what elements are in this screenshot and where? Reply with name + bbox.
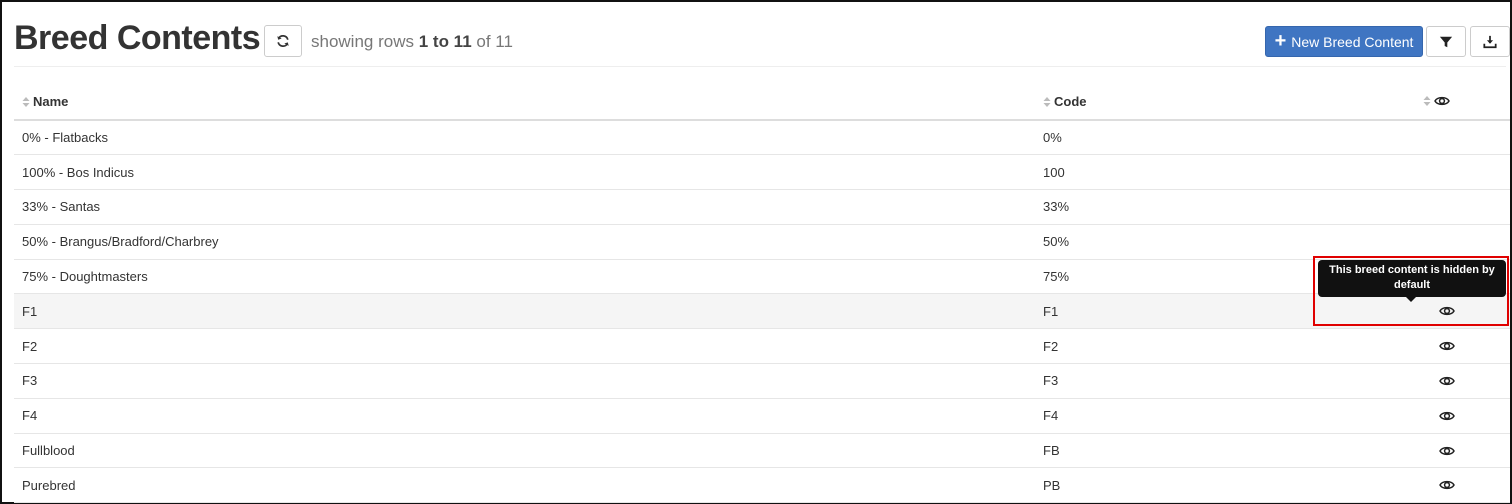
new-button-label: New Breed Content — [1291, 33, 1414, 50]
table-row[interactable]: 100% - Bos Indicus 100 — [14, 155, 1510, 190]
cell-code: 33% — [1043, 199, 1070, 215]
cell-name: F4 — [22, 408, 38, 424]
plus-icon: + — [1274, 29, 1287, 52]
cell-visibility — [1391, 468, 1510, 503]
table-row[interactable]: Purebred PB — [14, 468, 1510, 503]
cell-name: 100% - Bos Indicus — [22, 164, 135, 180]
cell-visibility — [1391, 120, 1510, 155]
table-row[interactable]: 0% - Flatbacks 0% — [14, 120, 1510, 155]
hidden-eye-icon[interactable] — [1438, 340, 1455, 352]
table-row[interactable]: 75% - Doughtmasters 75% — [14, 259, 1510, 294]
cell-code: F3 — [1043, 373, 1059, 389]
row-count-info: showing rows 1 to 11 of 11 — [311, 32, 513, 52]
sort-icon — [1423, 96, 1431, 106]
row-count-range: 1 to 11 — [418, 32, 472, 51]
cell-code: FB — [1043, 443, 1060, 459]
cell-name: 50% - Brangus/Bradford/Charbrey — [22, 234, 219, 250]
table-row[interactable]: F3 F3 — [14, 364, 1510, 399]
filter-icon — [1439, 36, 1453, 47]
column-header-visibility[interactable] — [1391, 86, 1510, 120]
hidden-eye-icon[interactable] — [1438, 445, 1455, 457]
download-icon — [1483, 35, 1497, 48]
refresh-button[interactable] — [264, 25, 302, 57]
column-label-code: Code — [1054, 94, 1087, 110]
page-frame: Breed Contents showing rows 1 to 11 of 1… — [0, 0, 1512, 504]
cell-name: 0% - Flatbacks — [22, 130, 108, 146]
cell-code: F4 — [1043, 408, 1059, 424]
column-header-name[interactable]: Name — [14, 86, 1035, 120]
row-count-suffix: of 11 — [476, 32, 513, 51]
header-divider — [14, 66, 1506, 67]
table-row[interactable]: Fullblood FB — [14, 433, 1510, 468]
cell-name: Fullblood — [22, 443, 75, 459]
cell-name: 75% - Doughtmasters — [22, 269, 148, 285]
hidden-eye-icon[interactable] — [1438, 410, 1455, 422]
cell-name: 33% - Santas — [22, 199, 101, 215]
row-count-prefix: showing rows — [311, 32, 414, 51]
cell-code: 0% — [1043, 130, 1062, 146]
new-breed-content-button[interactable]: + New Breed Content — [1265, 26, 1423, 57]
page-header: Breed Contents showing rows 1 to 11 of 1… — [14, 16, 1510, 66]
cell-visibility — [1391, 155, 1510, 190]
page-title: Breed Contents — [14, 19, 261, 57]
cell-code: 50% — [1043, 234, 1070, 250]
table-row[interactable]: F1 F1 — [14, 293, 1510, 329]
cell-visibility — [1391, 329, 1510, 364]
download-button[interactable] — [1470, 26, 1510, 57]
table-row[interactable]: 50% - Brangus/Bradford/Charbrey 50% — [14, 224, 1510, 260]
refresh-icon — [277, 34, 289, 48]
cell-name: F2 — [22, 338, 38, 354]
cell-name: F3 — [22, 373, 38, 389]
table-row[interactable]: 33% - Santas 33% — [14, 190, 1510, 225]
table-row[interactable]: F2 F2 — [14, 329, 1510, 364]
cell-code: 100 — [1043, 164, 1065, 180]
cell-visibility — [1391, 190, 1510, 225]
sort-icon — [22, 96, 30, 107]
column-header-code[interactable]: Code — [1035, 86, 1391, 120]
table-header-row: Name Code — [14, 86, 1510, 120]
eye-icon — [1434, 96, 1450, 106]
highlight-box — [1313, 256, 1509, 326]
cell-name: F1 — [22, 303, 38, 319]
table-row[interactable]: F4 F4 — [14, 398, 1510, 434]
cell-code: PB — [1043, 477, 1061, 493]
filter-button[interactable] — [1426, 26, 1466, 57]
cell-code: F2 — [1043, 338, 1059, 354]
column-label-name: Name — [33, 94, 69, 110]
cell-visibility — [1391, 364, 1510, 399]
cell-name: Purebred — [22, 477, 76, 493]
breed-contents-table: Name Code 0% - Flatbacks 0% 100% - Bos I… — [14, 86, 1510, 503]
cell-visibility — [1391, 398, 1510, 433]
hidden-eye-icon[interactable] — [1438, 479, 1455, 491]
cell-visibility — [1391, 224, 1510, 259]
hidden-eye-icon[interactable] — [1438, 375, 1455, 387]
cell-visibility — [1391, 433, 1510, 468]
sort-icon — [1043, 96, 1051, 107]
